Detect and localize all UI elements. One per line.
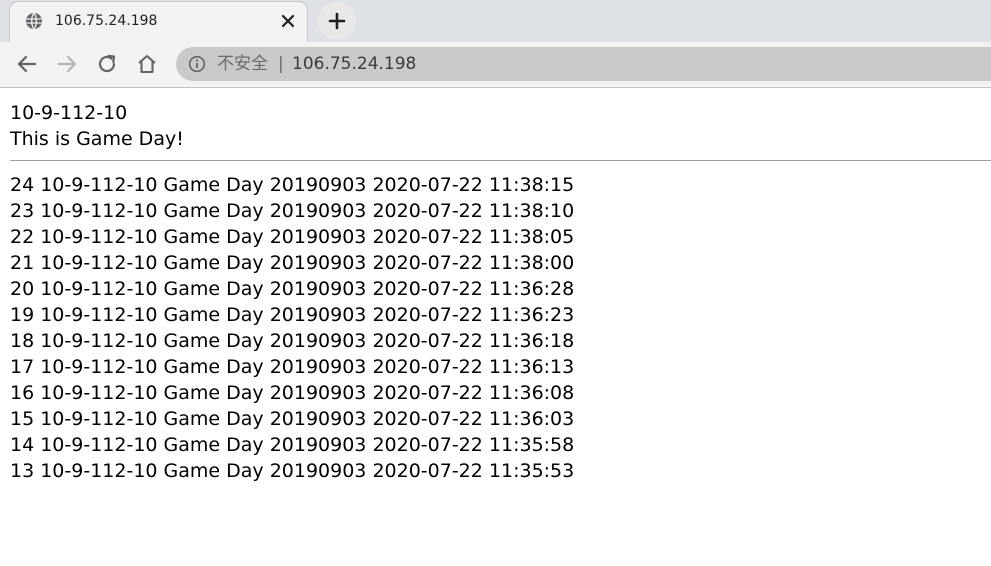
record-line: 14 10-9-112-10 Game Day 20190903 2020-07… [10,434,575,456]
arrow-left-icon [17,55,37,73]
record-line: 15 10-9-112-10 Game Day 20190903 2020-07… [10,408,575,430]
back-button[interactable] [15,52,39,76]
home-icon [138,54,156,74]
record-line: 13 10-9-112-10 Game Day 20190903 2020-07… [10,460,575,482]
address-divider: | [278,54,284,74]
horizontal-rule [10,160,991,161]
address-bar[interactable]: 不安全 | 106.75.24.198 [176,47,991,81]
record-line: 20 10-9-112-10 Game Day 20190903 2020-07… [10,278,575,300]
page-content: 10-9-112-10 This is Game Day! 24 10-9-11… [10,100,991,484]
tab-strip: 106.75.24.198 [0,0,991,42]
plus-icon [328,12,346,30]
new-tab-button[interactable] [318,2,356,40]
record-line: 22 10-9-112-10 Game Day 20190903 2020-07… [10,226,575,248]
home-button[interactable] [135,52,159,76]
browser-toolbar: 不安全 | 106.75.24.198 [0,42,991,88]
tab-title: 106.75.24.198 [55,13,158,29]
record-line: 17 10-9-112-10 Game Day 20190903 2020-07… [10,356,575,378]
browser-tab[interactable]: 106.75.24.198 [10,2,307,42]
record-line: 18 10-9-112-10 Game Day 20190903 2020-07… [10,330,575,352]
record-line: 23 10-9-112-10 Game Day 20190903 2020-07… [10,200,575,222]
reload-button[interactable] [95,52,119,76]
close-icon[interactable] [278,11,298,31]
page-heading: 10-9-112-10 [10,102,128,124]
globe-icon [25,12,43,30]
url-text[interactable]: 106.75.24.198 [292,54,416,74]
record-list: 24 10-9-112-10 Game Day 20190903 2020-07… [10,172,991,484]
arrow-right-icon [57,55,77,73]
record-line: 19 10-9-112-10 Game Day 20190903 2020-07… [10,304,575,326]
security-label[interactable]: 不安全 [217,54,268,74]
record-line: 21 10-9-112-10 Game Day 20190903 2020-07… [10,252,575,274]
record-line: 24 10-9-112-10 Game Day 20190903 2020-07… [10,174,575,196]
reload-icon [98,54,116,73]
page-subheading: This is Game Day! [10,128,184,150]
record-line: 16 10-9-112-10 Game Day 20190903 2020-07… [10,382,575,404]
forward-button[interactable] [55,52,79,76]
info-circle-icon[interactable] [188,55,206,73]
